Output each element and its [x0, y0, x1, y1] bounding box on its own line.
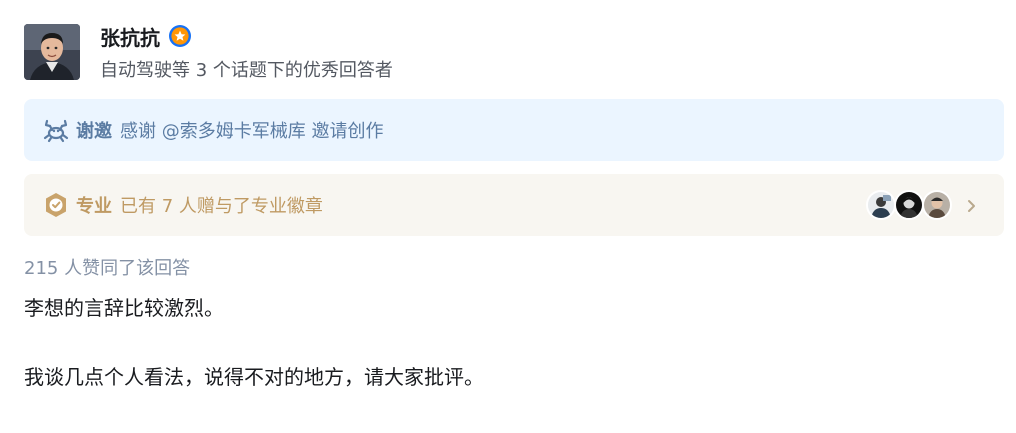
gifters-avatars[interactable] — [866, 190, 978, 220]
answer-paragraph: 李想的言辞比较激烈。 — [24, 296, 224, 320]
thanks-title: 谢邀 — [76, 121, 112, 142]
author-description: 自动驾驶等 3 个话题下的优秀回答者 — [100, 60, 393, 81]
vote-count[interactable]: 215 人赞同了该回答 — [24, 254, 190, 280]
author-avatar[interactable] — [24, 24, 80, 80]
gifter-avatar[interactable] — [866, 190, 896, 220]
thanks-text: 感谢 @索多姆卡军械库 邀请创作 — [120, 121, 384, 142]
gifter-avatar[interactable] — [922, 190, 952, 220]
author-name-row: 张抗抗 — [100, 22, 192, 50]
professional-badge-icon — [42, 191, 70, 219]
author-name[interactable]: 张抗抗 — [100, 22, 160, 51]
gifter-avatar[interactable] — [894, 190, 924, 220]
answer-paragraph: 我谈几点个人看法，说得不对的地方，请大家批评。 — [24, 365, 484, 389]
crab-icon — [42, 116, 70, 144]
pro-title: 专业 — [76, 196, 112, 217]
thanks-banner[interactable]: 谢邀 感谢 @索多姆卡军械库 邀请创作 — [24, 99, 1004, 161]
verified-badge-icon[interactable] — [168, 24, 192, 48]
pro-text: 已有 7 人赠与了专业徽章 — [120, 196, 323, 217]
chevron-right-icon[interactable] — [964, 198, 978, 212]
author-card: 张抗抗 自动驾驶等 3 个话题下的优秀回答者 — [24, 22, 1004, 82]
pro-badge-banner[interactable]: 专业 已有 7 人赠与了专业徽章 — [24, 174, 1004, 236]
